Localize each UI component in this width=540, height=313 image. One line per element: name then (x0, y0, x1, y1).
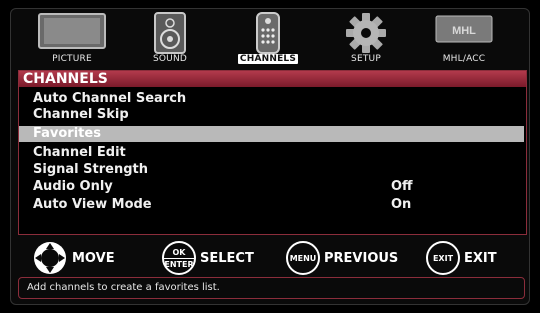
tab-sound[interactable]: SOUND (124, 10, 216, 66)
tab-picture[interactable]: PICTURE (26, 10, 118, 66)
panel-title: CHANNELS (19, 71, 526, 87)
tab-setup[interactable]: SETUP (320, 10, 412, 66)
select-control: OK ENTER SELECT (162, 240, 254, 276)
menu-item-label: Channel Skip (33, 107, 129, 122)
menu-item-channel-edit[interactable]: Channel Edit (19, 145, 524, 161)
remote-icon (256, 12, 280, 54)
move-control: MOVE (32, 240, 115, 276)
previous-control: MENU PREVIOUS (286, 240, 398, 276)
menu-item-label: Signal Strength (33, 162, 148, 177)
menu-item-signal-strength[interactable]: Signal Strength (19, 162, 524, 178)
mhl-logo-icon: MHL (435, 15, 493, 43)
menu-item-value: Off (391, 179, 413, 194)
ok-enter-button-icon: OK ENTER (162, 241, 196, 275)
menu-item-label: Channel Edit (33, 145, 126, 160)
move-label: MOVE (72, 250, 115, 266)
menu-item-favorites[interactable]: Favorites (19, 126, 524, 142)
menu-item-label: Audio Only (33, 179, 113, 194)
menu-item-value: On (391, 197, 412, 212)
tab-picture-label: PICTURE (52, 54, 92, 64)
svg-text:MHL: MHL (452, 25, 476, 37)
gear-icon (346, 13, 386, 53)
menu-item-auto-channel-search[interactable]: Auto Channel Search (19, 91, 524, 107)
menu-button-icon: MENU (286, 241, 320, 275)
menu-item-channel-skip[interactable]: Channel Skip (19, 107, 524, 123)
menu-item-label: Favorites (33, 126, 101, 141)
tab-setup-label: SETUP (351, 54, 381, 64)
help-text: Add channels to create a favorites list. (18, 277, 525, 299)
exit-control: EXIT EXIT (426, 240, 497, 276)
exit-button-icon: EXIT (426, 241, 460, 275)
menu-item-audio-only[interactable]: Audio Only Off (19, 179, 524, 195)
select-label: SELECT (200, 250, 254, 266)
menu-item-auto-view-mode[interactable]: Auto View Mode On (19, 197, 524, 213)
channels-panel: CHANNELS Auto Channel Search Channel Ski… (18, 70, 527, 235)
menu-item-label: Auto Channel Search (33, 91, 187, 106)
dpad-icon (34, 242, 66, 274)
tab-mhl-acc-label: MHL/ACC (442, 54, 486, 64)
exit-label: EXIT (464, 250, 497, 266)
remote-controls-legend: MOVE OK ENTER SELECT MENU PREVIOUS EXIT … (32, 240, 522, 276)
speaker-icon (154, 12, 186, 54)
tab-sound-label: SOUND (152, 54, 188, 64)
tab-channels-label: CHANNELS (238, 54, 298, 64)
top-menu-bar: PICTURE SOUND CHANNELS SETUP MHL MHL/ACC (26, 10, 516, 66)
previous-label: PREVIOUS (324, 250, 399, 266)
tv-icon (38, 13, 106, 49)
tab-channels[interactable]: CHANNELS (222, 10, 314, 66)
tab-mhl-acc[interactable]: MHL MHL/ACC (418, 10, 510, 66)
menu-item-label: Auto View Mode (33, 197, 152, 212)
